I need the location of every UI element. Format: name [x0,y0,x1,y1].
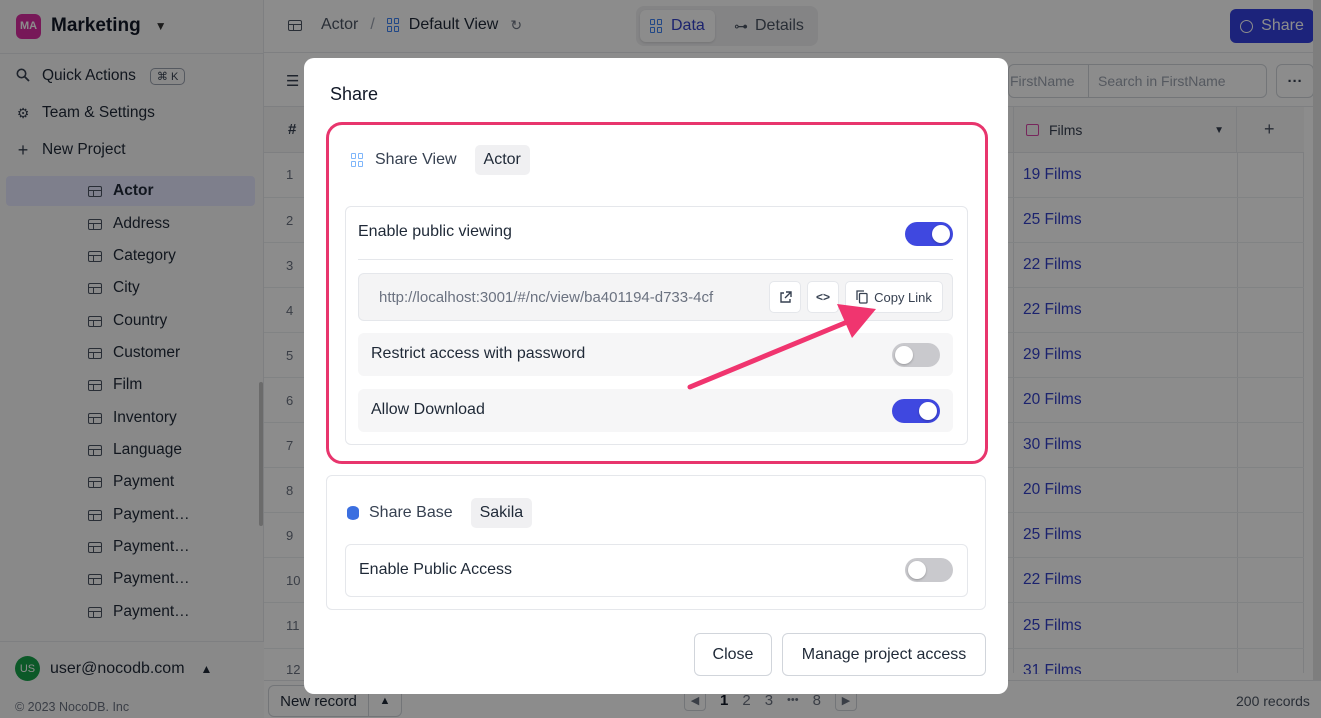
share-view-options: Enable public viewing http://localhost:3… [345,206,968,445]
copy-link-label: Copy Link [874,289,932,305]
code-icon: <> [815,290,830,304]
open-link-button[interactable] [769,281,801,313]
share-link-box: http://localhost:3001/#/nc/view/ba401194… [358,273,953,321]
share-view-section: Share View Actor Enable public viewing h… [326,122,988,464]
enable-public-viewing-toggle[interactable] [905,222,953,246]
allow-download-label: Allow Download [371,401,485,418]
manage-project-access-button[interactable]: Manage project access [782,633,986,676]
share-base-section: Share Base Sakila Enable Public Access [326,475,986,610]
share-view-label: Share View [375,151,457,168]
share-base-label: Share Base [369,504,453,521]
base-name-chip: Sakila [470,498,533,528]
embed-code-button[interactable]: <> [807,281,839,313]
share-modal: Share Share View Actor Enable public vie… [304,58,1008,694]
share-url[interactable]: http://localhost:3001/#/nc/view/ba401194… [379,289,765,306]
copy-icon [856,290,868,304]
restrict-password-row: Restrict access with password [358,333,953,376]
allow-download-row: Allow Download [358,389,953,432]
enable-public-access-toggle[interactable] [905,558,953,582]
copy-link-button[interactable]: Copy Link [845,281,943,313]
close-button[interactable]: Close [694,633,772,676]
divider [358,259,953,260]
view-name-chip: Actor [474,145,530,175]
restrict-password-label: Restrict access with password [371,345,586,362]
database-icon [347,506,359,520]
share-base-options: Enable Public Access [345,544,968,597]
external-link-icon [779,290,792,303]
share-view-header: Share View Actor [351,145,530,175]
allow-download-toggle[interactable] [892,399,940,423]
enable-public-viewing-label: Enable public viewing [358,223,512,240]
share-base-header: Share Base Sakila [347,498,533,528]
modal-title: Share [330,84,379,104]
restrict-password-toggle[interactable] [892,343,940,367]
grid-view-icon [351,153,365,167]
enable-public-access-label: Enable Public Access [359,561,512,578]
